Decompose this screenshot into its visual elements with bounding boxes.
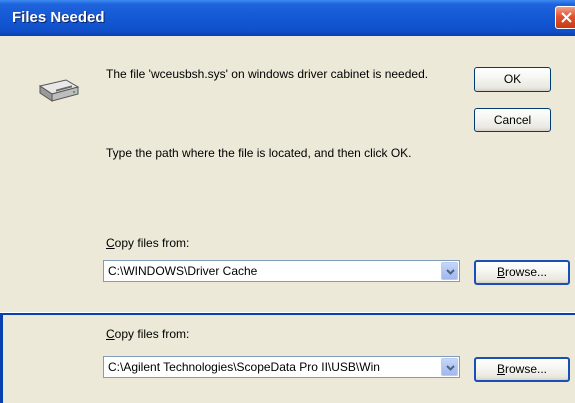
disk-drive-icon [36,78,80,107]
copy-files-from-combobox[interactable]: C:\Agilent Technologies\ScopeData Pro II… [103,356,460,378]
window-title: Files Needed [12,9,105,26]
close-button[interactable] [555,6,575,29]
close-icon [561,12,572,23]
chevron-down-icon [446,365,455,371]
path-value[interactable]: C:\Agilent Technologies\ScopeData Pro II… [108,360,438,374]
message-text: The file 'wceusbsh.sys' on windows drive… [106,67,429,81]
copy-files-from-combobox[interactable]: C:\WINDOWS\Driver Cache [103,260,460,282]
copy-files-from-label: Copy files from: [106,327,190,341]
window-border [0,313,3,403]
cancel-button[interactable]: Cancel [474,108,551,132]
browse-button[interactable]: Browse... [474,260,570,285]
ok-button[interactable]: OK [474,67,551,92]
path-value[interactable]: C:\WINDOWS\Driver Cache [108,264,438,278]
copy-files-from-label: Copy files from: [106,236,190,250]
instruction-text: Type the path where the file is located,… [106,146,412,160]
chevron-down-icon [446,269,455,275]
title-bar: Files Needed [0,0,575,36]
dropdown-button[interactable] [441,262,458,280]
dropdown-button[interactable] [441,358,458,376]
browse-button[interactable]: Browse... [474,357,570,382]
